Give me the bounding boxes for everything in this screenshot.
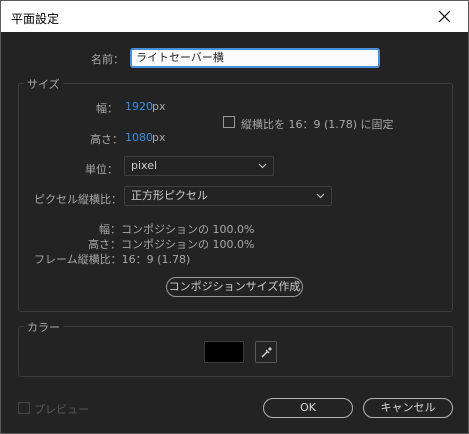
- cancel-button[interactable]: キャンセル: [363, 398, 453, 418]
- preview-checkbox[interactable]: [18, 402, 30, 414]
- ok-button[interactable]: OK: [263, 398, 353, 418]
- chevron-down-icon: [258, 163, 267, 169]
- info-width: 幅：コンポジションの 100.0%: [99, 223, 255, 236]
- make-comp-size-button[interactable]: コンポジションサイズ作成: [166, 277, 303, 297]
- name-input[interactable]: ライトセーバー横: [130, 48, 380, 68]
- pixel-aspect-label: ピクセル縦横比：: [34, 193, 122, 206]
- preview-label: プレビュー: [34, 403, 89, 416]
- units-label: 単位：: [85, 163, 118, 176]
- pixel-aspect-select[interactable]: 正方形ピクセル: [124, 186, 332, 206]
- eyedropper-button[interactable]: [255, 341, 277, 363]
- title-bar: 平面設定: [1, 1, 468, 32]
- size-group-title: サイズ: [24, 76, 63, 92]
- pixel-aspect-select-value: 正方形ピクセル: [131, 189, 208, 202]
- width-label: 幅：: [96, 102, 118, 115]
- info-height: 高さ：コンポジションの 100.0%: [88, 238, 255, 251]
- color-group-title: カラー: [24, 319, 63, 335]
- chevron-down-icon: [316, 193, 325, 199]
- lock-aspect-label: 縦横比を 16：9 (1.78) に固定: [241, 118, 394, 131]
- color-swatch[interactable]: [204, 341, 244, 363]
- name-label: 名前：: [91, 53, 124, 66]
- window-title: 平面設定: [11, 12, 60, 26]
- solid-settings-dialog: 平面設定 名前： ライトセーバー横 サイズ 幅： 1920 px 高さ： 108…: [0, 0, 469, 434]
- eyedropper-icon: [261, 347, 272, 358]
- height-label: 高さ：: [90, 133, 123, 146]
- units-select[interactable]: pixel: [124, 156, 274, 176]
- width-unit: px: [152, 100, 166, 113]
- height-value[interactable]: 1080: [125, 131, 153, 144]
- lock-aspect-checkbox[interactable]: [223, 116, 235, 128]
- units-select-value: pixel: [131, 159, 158, 172]
- width-value[interactable]: 1920: [125, 100, 153, 113]
- info-frame-aspect: フレーム縦横比：16：9 (1.78): [34, 253, 191, 266]
- close-icon: [438, 10, 451, 23]
- close-button[interactable]: [422, 1, 468, 32]
- height-unit: px: [152, 131, 166, 144]
